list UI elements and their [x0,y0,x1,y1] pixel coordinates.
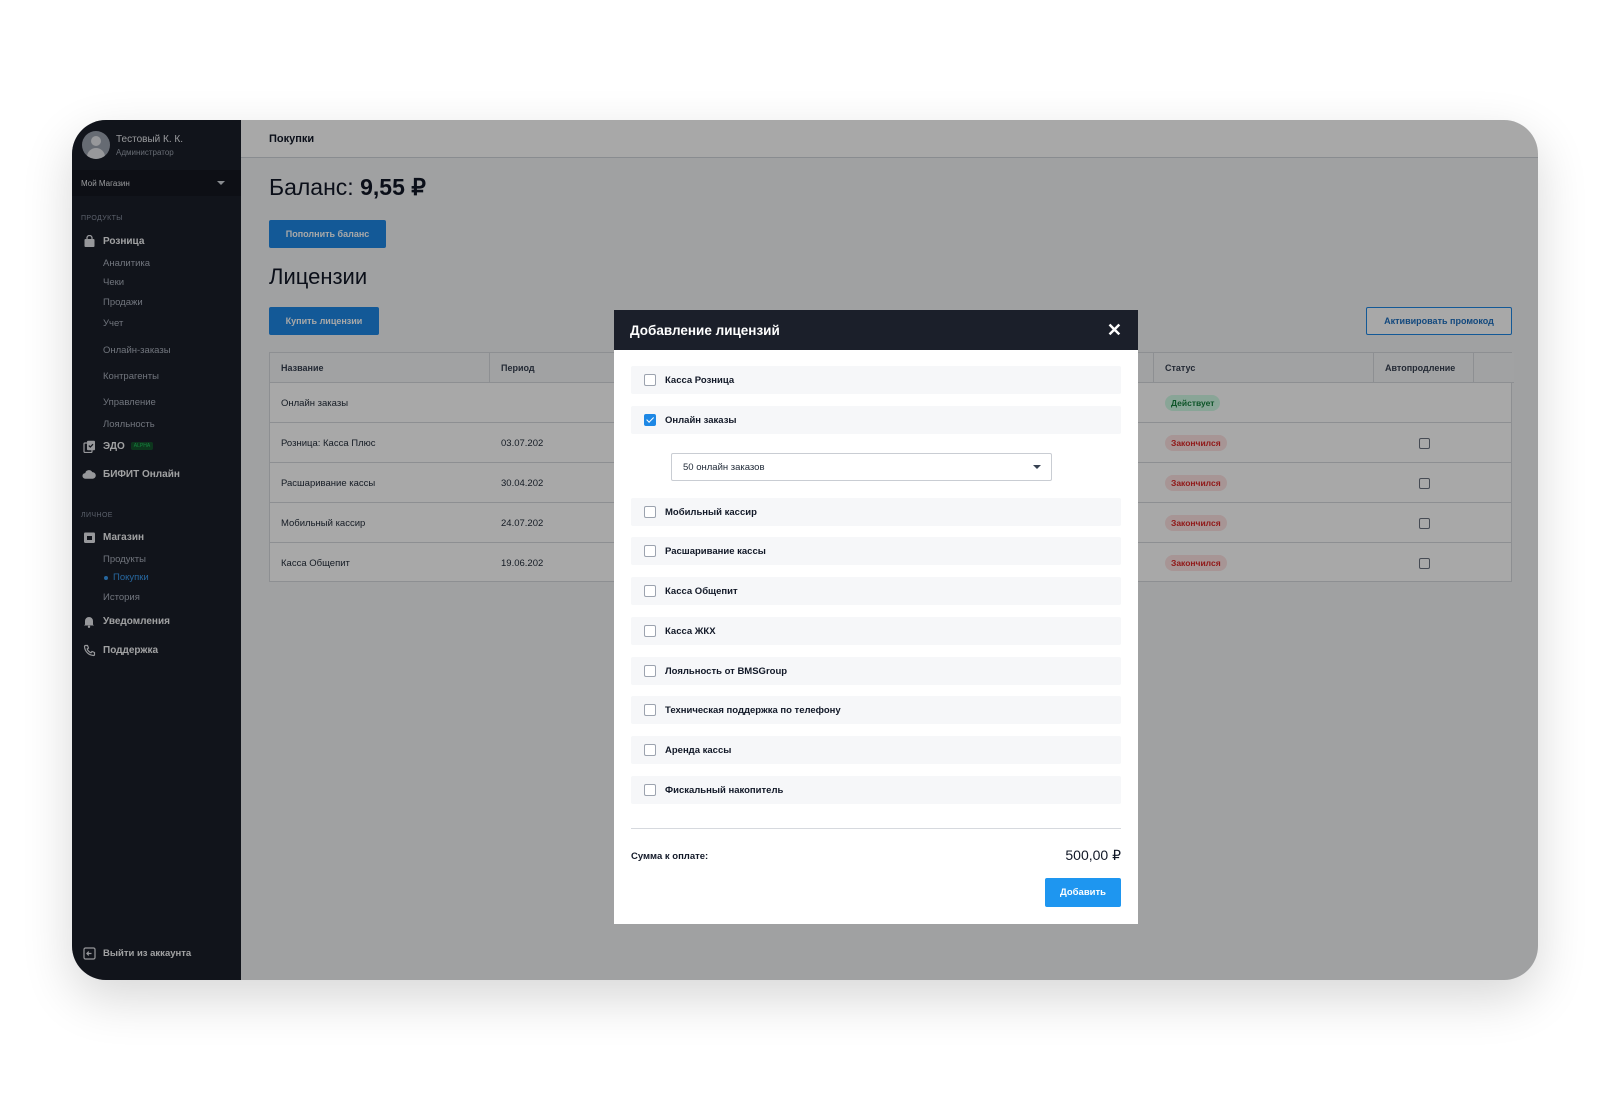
option-checkbox[interactable] [644,625,656,637]
add-licenses-dialog: Добавление лицензий ✕ Касса Розница Онла… [614,310,1138,924]
license-option-mobile-cashier[interactable]: Мобильный кассир [631,498,1121,526]
option-label: Мобильный кассир [665,506,757,518]
dialog-title: Добавление лицензий [630,322,780,338]
option-label: Фискальный накопитель [665,784,784,796]
option-checkbox[interactable] [644,585,656,597]
select-value: 50 онлайн заказов [683,461,765,473]
option-checkbox[interactable] [644,506,656,518]
option-label: Касса Розница [665,374,735,386]
option-label: Техническая поддержка по телефону [665,704,841,716]
option-checkbox-checked[interactable] [644,414,656,426]
online-orders-quantity-select[interactable]: 50 онлайн заказов [671,453,1052,481]
option-checkbox[interactable] [644,744,656,756]
license-option-fiscal-drive[interactable]: Фискальный накопитель [631,776,1121,804]
option-label: Касса ЖКХ [665,625,716,637]
option-checkbox[interactable] [644,704,656,716]
option-label: Лояльность от BMSGroup [665,665,788,677]
add-button[interactable]: Добавить [1045,878,1121,907]
chevron-down-icon [1033,465,1041,469]
license-option-loyalty[interactable]: Лояльность от BMSGroup [631,657,1121,685]
total-value: 500,00 ₽ [1065,847,1121,863]
license-option-retail[interactable]: Касса Розница [631,366,1121,394]
option-checkbox[interactable] [644,665,656,677]
option-label: Расшаривание кассы [665,545,766,557]
option-checkbox[interactable] [644,545,656,557]
license-option-catering[interactable]: Касса Общепит [631,577,1121,605]
option-label: Касса Общепит [665,585,738,597]
option-checkbox[interactable] [644,374,656,386]
license-option-share-register[interactable]: Расшаривание кассы [631,537,1121,565]
close-icon[interactable]: ✕ [1107,321,1122,339]
dialog-header: Добавление лицензий ✕ [614,310,1138,350]
license-option-housing[interactable]: Касса ЖКХ [631,617,1121,645]
license-option-register-rent[interactable]: Аренда кассы [631,736,1121,764]
option-label: Аренда кассы [665,744,732,756]
option-label: Онлайн заказы [665,414,737,426]
app-window: Тестовый К. К. Администратор Мой Магазин… [72,120,1538,980]
total-label: Сумма к оплате: [631,851,709,862]
option-checkbox[interactable] [644,784,656,796]
license-option-online-orders[interactable]: Онлайн заказы [631,406,1121,434]
license-option-phone-support[interactable]: Техническая поддержка по телефону [631,696,1121,724]
divider [631,828,1121,829]
